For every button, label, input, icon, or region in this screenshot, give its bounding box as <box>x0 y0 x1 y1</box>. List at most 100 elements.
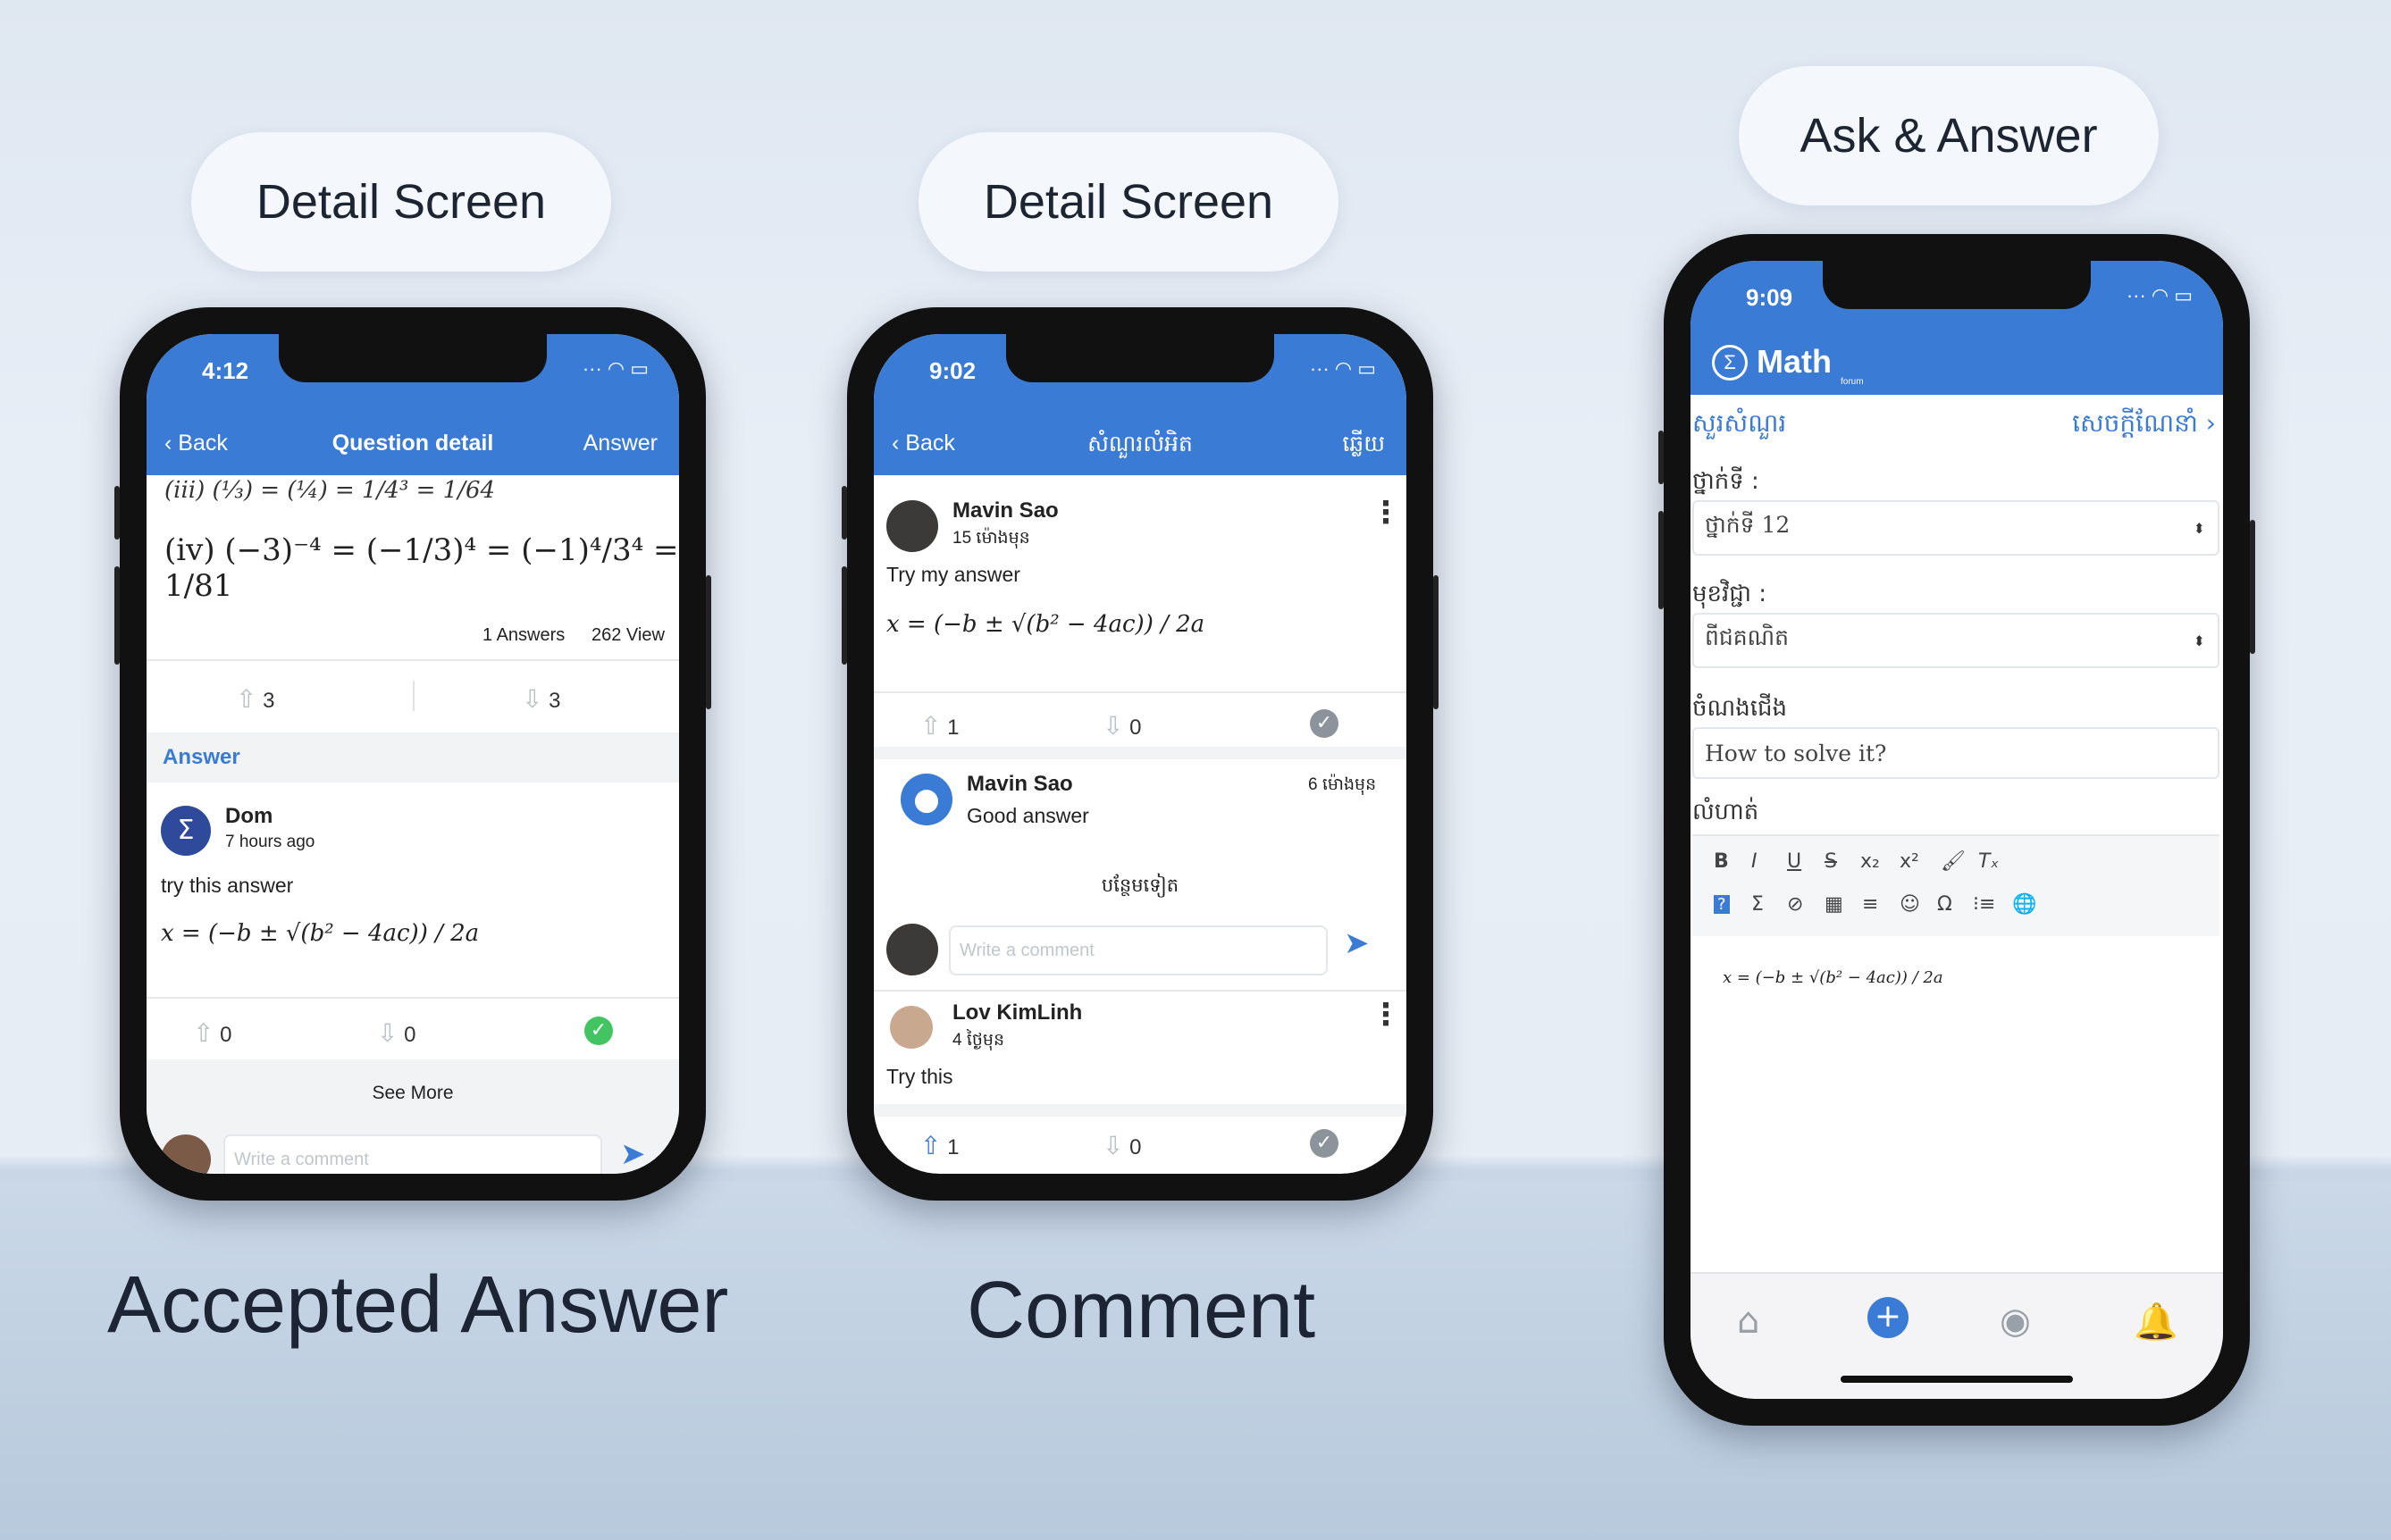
separator-band <box>874 1104 1406 1117</box>
underline-button[interactable]: U <box>1787 850 1801 873</box>
phone-button <box>1658 431 1664 484</box>
arrow-down-icon: ⇩ <box>522 685 543 713</box>
subject-value: ពីជគណិត <box>1705 624 1789 650</box>
select-caret-icon: ⬍ <box>2193 632 2205 649</box>
screen-comment: 9:02 ··· ◠ ▭ ‹ Back សំណួរលំអិត ឆ្លើយ Mav… <box>874 334 1406 1174</box>
divider <box>147 659 679 661</box>
signal-wifi-battery-icon: ··· ◠ ▭ <box>582 357 649 380</box>
answer-time: 15 ម៉ោងមុន <box>952 529 1030 548</box>
separator-band <box>874 747 1406 759</box>
more-options-icon[interactable]: ⋮ <box>1371 495 1401 531</box>
guide-label: សេចក្តីណែនាំ <box>2072 408 2198 438</box>
ask-question-link[interactable]: សួរសំណួរ <box>1692 407 1786 444</box>
strikethrough-button[interactable]: S <box>1825 850 1837 873</box>
phone-comment: 9:02 ··· ◠ ▭ ‹ Back សំណួរលំអិត ឆ្លើយ Mav… <box>842 307 1439 1201</box>
comment-author[interactable]: Mavin Sao <box>967 772 1073 797</box>
subscript-button[interactable]: x₂ <box>1860 850 1880 873</box>
subject-select[interactable]: ពីជគណិត ⬍ <box>1692 613 2219 668</box>
answer-downvote[interactable]: ⇩ 0 <box>1103 711 1142 741</box>
avatar[interactable]: Σ <box>161 806 211 856</box>
answer-downvote[interactable]: ⇩ 0 <box>377 1018 416 1048</box>
answer-downvote[interactable]: ⇩ 0 <box>1103 1131 1142 1160</box>
see-more-link[interactable]: See More <box>147 1083 679 1104</box>
more-options-icon[interactable]: ⋮ <box>1371 997 1401 1033</box>
sigma-icon[interactable]: Σ <box>1751 893 1764 916</box>
avatar[interactable] <box>890 1006 933 1049</box>
accept-check-icon[interactable]: ✓ <box>1310 709 1338 738</box>
status-time: 9:02 <box>929 357 977 384</box>
title-label: ចំណងជើង <box>1692 695 1788 722</box>
question-downvote[interactable]: ⇩ 3 <box>522 684 561 714</box>
title-value: How to solve it? <box>1705 740 1887 766</box>
add-question-icon[interactable]: + <box>1867 1297 1909 1338</box>
answer-button[interactable]: ឆ្លើយ <box>1342 431 1385 463</box>
comment-input[interactable]: Write a comment <box>223 1134 602 1174</box>
special-icon[interactable]: ⊘ <box>1787 893 1803 916</box>
answer-upvote[interactable]: ⇧ 1 <box>920 1131 960 1160</box>
status-time: 4:12 <box>202 357 249 384</box>
omega-icon[interactable]: Ω <box>1937 893 1952 916</box>
answer-author[interactable]: Lov KimLinh <box>952 1000 1082 1025</box>
editor-formula: x = (−b ± √(b² − 4ac)) / 2a <box>1723 968 1943 987</box>
brush-icon[interactable]: 🖌 <box>1941 850 1966 873</box>
signal-wifi-battery-icon: ··· ◠ ▭ <box>2126 284 2193 306</box>
brand-title: Math <box>1757 343 1832 380</box>
brand-subtitle: forum <box>1841 377 1864 387</box>
detail-label: លំហាត់ <box>1692 799 1759 825</box>
arrow-down-icon: ⇩ <box>1103 712 1124 740</box>
phone-ask-answer: 9:09 ··· ◠ ▭ Σ Math forum សួរសំណួរ សេចក្… <box>1658 234 2255 1426</box>
accepted-check-icon[interactable]: ✓ <box>584 1017 613 1045</box>
answer-upvote[interactable]: ⇧ 0 <box>193 1018 232 1048</box>
question-math-partial: (iii) (⅓) = (¼) = 1/4³ = 1/64 <box>164 477 496 504</box>
question-upvote[interactable]: ⇧ 3 <box>236 684 275 714</box>
vote-divider <box>413 681 415 711</box>
superscript-button[interactable]: x² <box>1900 850 1919 873</box>
phone-notch <box>279 334 547 382</box>
answer-author[interactable]: Dom <box>225 804 273 829</box>
answer-author[interactable]: Mavin Sao <box>952 498 1059 523</box>
divider <box>147 997 679 999</box>
editor-body[interactable]: x = (−b ± √(b² − 4ac)) / 2a <box>1692 936 2219 1276</box>
italic-button[interactable]: I <box>1751 850 1758 873</box>
phone-button <box>842 486 847 540</box>
list-icon[interactable]: ⁝≡ <box>1973 893 1995 916</box>
bell-icon[interactable]: 🔔 <box>2134 1301 2178 1343</box>
nav-bar: ‹ Back Question detail Answer <box>147 411 679 475</box>
label-detail-screen-1: Detail Screen <box>191 132 611 272</box>
bold-button[interactable]: B <box>1714 850 1729 873</box>
answer-section-title: Answer <box>163 745 240 769</box>
globe-icon[interactable]: 🌐 <box>2012 893 2036 916</box>
more-comments-link[interactable]: បន្ថែមទៀត <box>874 874 1406 901</box>
comment-time: 6 ម៉ោងមុន <box>1308 775 1377 794</box>
align-icon[interactable]: ≡ <box>1862 893 1878 916</box>
comment-input[interactable]: Write a comment <box>949 925 1328 975</box>
upvote-count: 0 <box>220 1023 232 1047</box>
emoji-icon[interactable]: ☺ <box>1900 893 1920 916</box>
arrow-down-icon: ⇩ <box>1103 1132 1124 1159</box>
label-detail-screen-2: Detail Screen <box>919 132 1338 272</box>
answer-button[interactable]: Answer <box>583 431 658 456</box>
table-icon[interactable]: ▦ <box>1825 893 1843 916</box>
send-icon[interactable]: ➤ <box>620 1136 646 1172</box>
phone-notch <box>1823 261 2091 309</box>
answer-upvote[interactable]: ⇧ 1 <box>920 711 960 741</box>
status-time: 9:09 <box>1746 284 1793 311</box>
profile-icon[interactable]: ◉ <box>2000 1301 2031 1342</box>
guide-link[interactable]: សេចក្តីណែនាំ › <box>2072 407 2216 444</box>
label-ask-answer: Ask & Answer <box>1739 66 2159 205</box>
nav-bar: ‹ Back សំណួរលំអិត ឆ្លើយ <box>874 411 1406 475</box>
send-icon[interactable]: ➤ <box>1344 925 1370 961</box>
grade-select[interactable]: ថ្នាក់ទី 12 ⬍ <box>1692 500 2219 556</box>
title-input[interactable]: How to solve it? <box>1692 727 2219 779</box>
clear-format-button[interactable]: Tₓ <box>1978 850 1999 873</box>
phone-button <box>1658 511 1664 609</box>
user-avatar <box>886 924 938 975</box>
help-icon[interactable]: ? <box>1714 895 1730 914</box>
home-icon[interactable]: ⌂ <box>1737 1301 1759 1342</box>
avatar[interactable] <box>886 500 938 552</box>
phone-button <box>2250 520 2255 654</box>
editor-toolbar: B I U S x₂ x² 🖌 Tₓ ? Σ ⊘ ▦ ≡ ☺ Ω ⁝≡ 🌐 <box>1692 834 2219 938</box>
answer-formula: x = (−b ± √(b² − 4ac)) / 2a <box>886 611 1205 638</box>
views-count: 262 View <box>591 625 665 645</box>
accept-check-icon[interactable]: ✓ <box>1310 1129 1338 1158</box>
